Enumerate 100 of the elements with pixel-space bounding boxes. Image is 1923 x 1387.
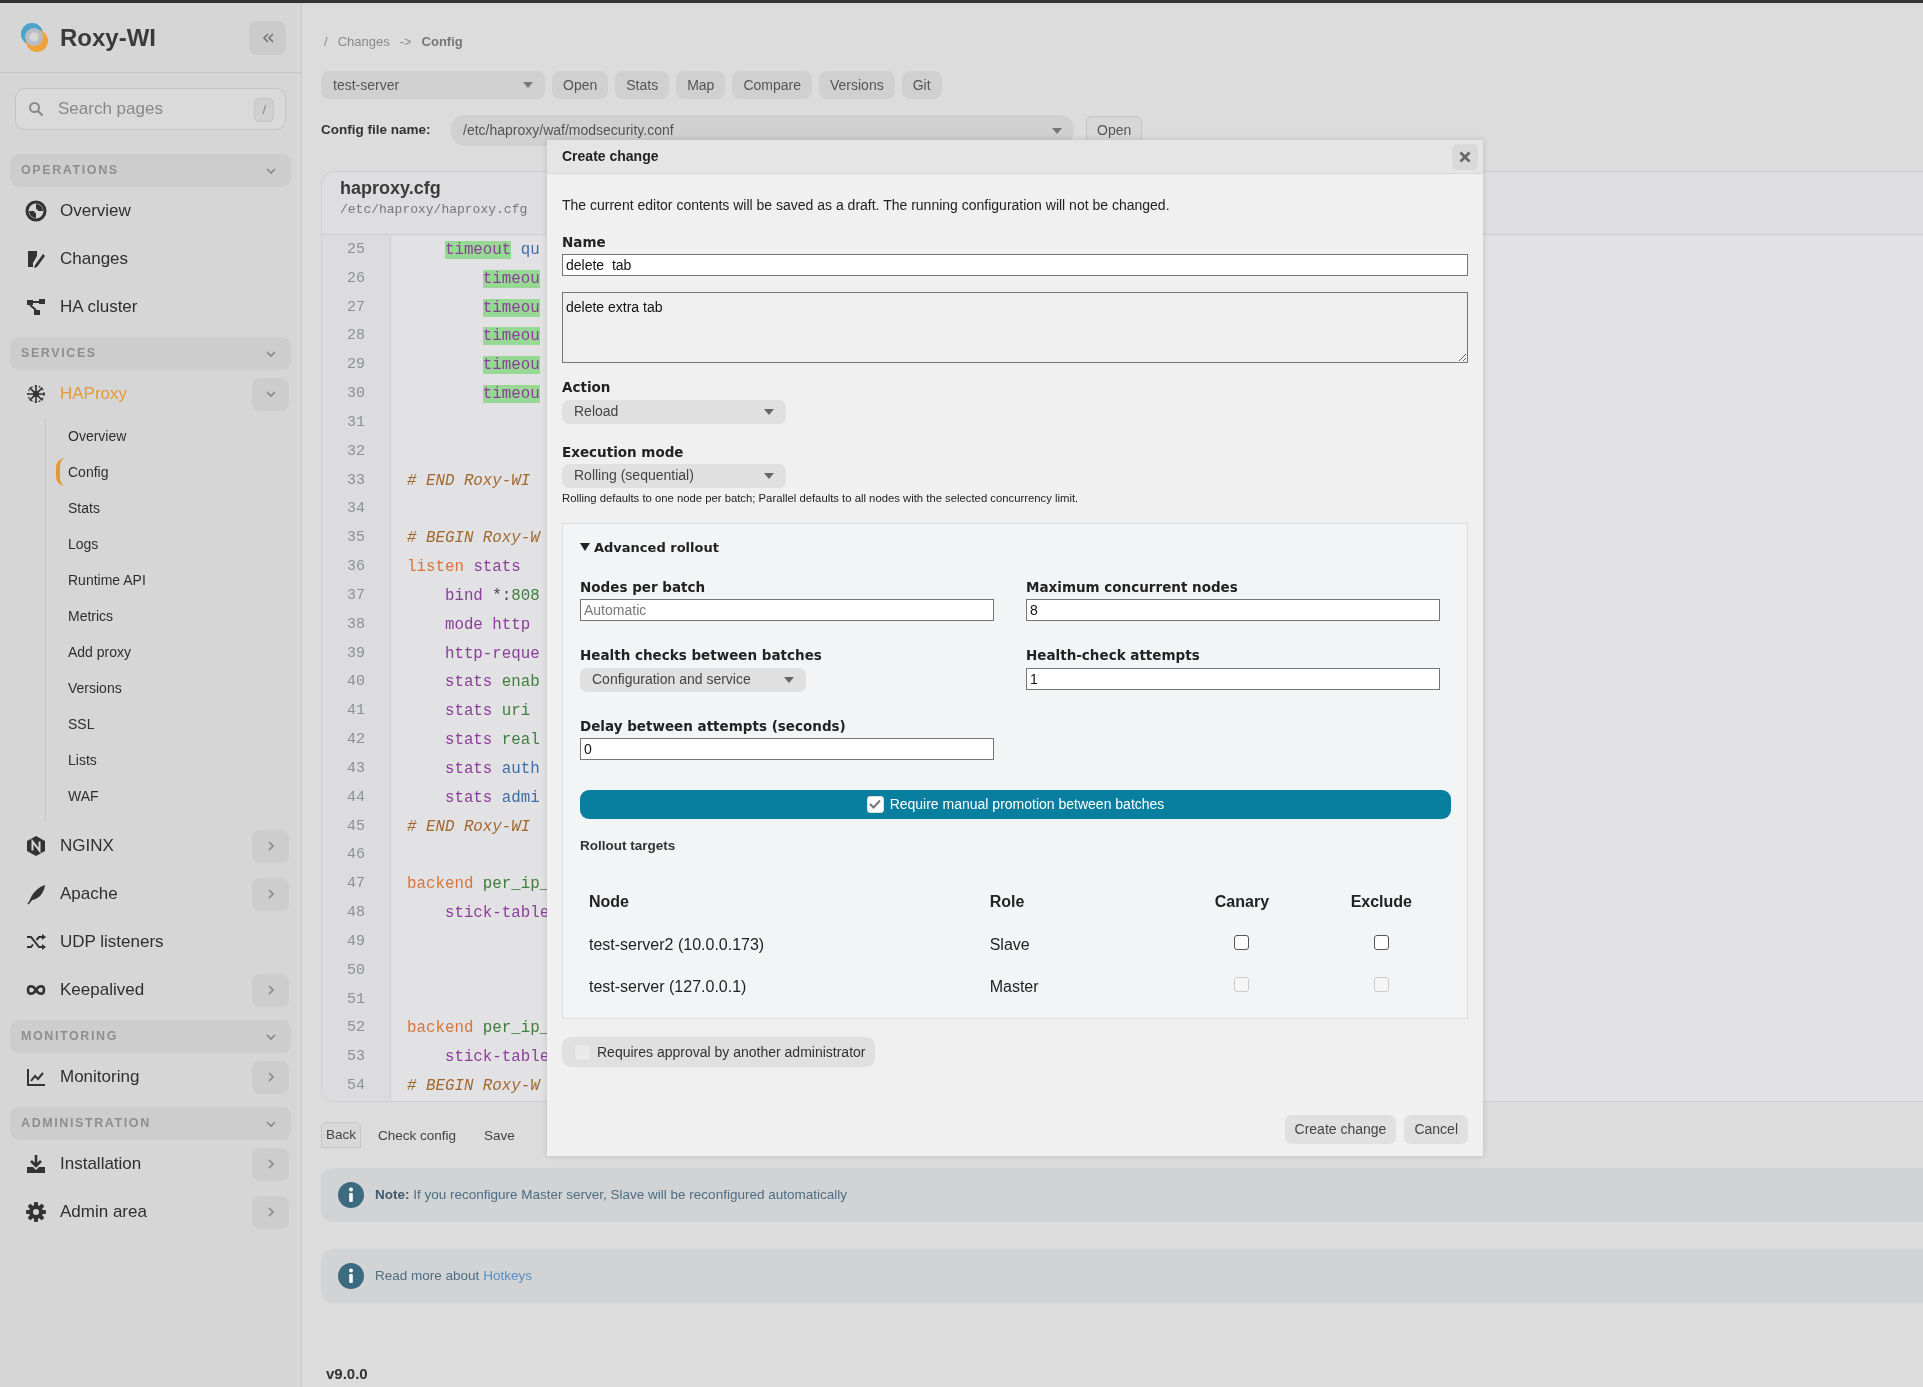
editor-button[interactable]: Back <box>321 1121 361 1148</box>
line-number: 47 <box>346 874 366 895</box>
alert-text: Read more about <box>375 1266 480 1285</box>
info-icon <box>338 1263 364 1289</box>
table-cell-text: Master <box>988 977 1040 998</box>
toolbar-button[interactable]: Git <box>901 71 942 99</box>
checkbox[interactable] <box>1234 935 1250 951</box>
dropdown-select[interactable]: Reload <box>562 399 786 424</box>
text-field[interactable]: 1 <box>1026 667 1440 690</box>
line-number: 36 <box>346 557 366 578</box>
checkbox[interactable] <box>1373 935 1389 951</box>
sidebar-subitem[interactable]: SSL <box>46 706 166 742</box>
code-line: timeout qu <box>443 240 540 261</box>
code-line: bind *:808 <box>443 585 540 607</box>
expand-button[interactable] <box>252 877 289 911</box>
toolbar-button[interactable]: Open <box>552 71 609 99</box>
approval-toggle[interactable]: Requires approval by another administrator <box>562 1037 876 1068</box>
sidebar-item[interactable]: Admin area <box>25 1199 147 1225</box>
expand-button[interactable] <box>252 973 289 1007</box>
info-icon <box>338 1182 364 1208</box>
line-number: 45 <box>346 816 366 837</box>
dropdown-select[interactable]: Rolling (sequential) <box>562 463 786 488</box>
line-number: 35 <box>346 528 366 549</box>
brand-name: Roxy-WI <box>60 22 156 53</box>
line-number: 31 <box>346 412 366 433</box>
sidebar-subitem[interactable]: Config <box>56 458 164 486</box>
sidebar-subitem[interactable]: Logs <box>46 526 166 562</box>
server-select[interactable]: test-server <box>321 71 545 99</box>
line-number: 43 <box>346 758 366 779</box>
line-chart-icon <box>25 1066 47 1088</box>
code-line: # BEGIN Roxy-W <box>407 1076 540 1097</box>
sidebar-item[interactable]: Apache <box>25 881 118 907</box>
toolbar-button[interactable]: Versions <box>819 71 895 99</box>
expand-button[interactable] <box>252 1147 289 1181</box>
feather-icon <box>25 883 47 905</box>
code-line: stick-table <box>443 1047 550 1069</box>
toolbar-button[interactable]: Map <box>676 71 726 99</box>
breadcrumb-separator: / <box>324 33 328 52</box>
disclosure-toggle[interactable]: Advanced rollout <box>580 537 1451 558</box>
manual-promotion-toggle[interactable]: Require manual promotion between batches <box>580 789 1451 819</box>
editor-button[interactable]: Save <box>473 1123 526 1148</box>
expand-button[interactable] <box>252 1195 289 1229</box>
description-field[interactable]: delete extra tab <box>562 292 1468 364</box>
sidebar-item[interactable]: Installation <box>25 1151 142 1177</box>
caret-down-icon <box>764 472 774 479</box>
file-path: /etc/haproxy/haproxy.cfg <box>340 200 528 219</box>
line-number: 29 <box>346 355 366 376</box>
sidebar-subitem[interactable]: Lists <box>46 742 166 778</box>
sidebar-subitem[interactable]: Versions <box>46 670 166 706</box>
sidebar-item[interactable]: Monitoring <box>25 1064 140 1090</box>
close-button[interactable] <box>1452 143 1478 170</box>
sidebar-subitem[interactable]: Runtime API <box>46 562 166 598</box>
check-icon <box>869 799 882 810</box>
caret-down-icon <box>784 676 794 683</box>
column-header: Exclude <box>1349 892 1413 913</box>
toolbar-button[interactable]: Stats <box>615 71 670 99</box>
sidebar-subitem[interactable]: Stats <box>46 490 166 526</box>
field-label: Config file name: <box>321 121 432 140</box>
code-line: # END Roxy-WI <box>407 470 531 492</box>
line-number: 34 <box>346 499 366 520</box>
text-field[interactable]: Automatic <box>580 599 994 622</box>
dialog-button[interactable]: Create change <box>1284 1115 1397 1145</box>
sidebar-item[interactable]: UDP listeners <box>25 929 164 955</box>
text-field[interactable]: 0 <box>580 737 994 760</box>
toolbar-button[interactable]: Compare <box>732 71 812 99</box>
sidebar-subitem[interactable]: Overview <box>46 418 166 454</box>
sidebar-item[interactable]: NGINX <box>25 833 114 859</box>
expand-button[interactable] <box>252 1060 289 1094</box>
collapse-sidebar-button[interactable] <box>249 20 286 55</box>
sidebar-subitem[interactable]: Add proxy <box>46 634 166 670</box>
version-label: v9.0.0 <box>326 1364 369 1384</box>
code-line: mode http <box>443 614 531 636</box>
section-title: SERVICES <box>21 345 97 363</box>
dropdown-select[interactable]: Configuration and service <box>580 667 806 692</box>
line-number: 33 <box>346 470 366 491</box>
editor-button[interactable]: Check config <box>367 1123 468 1148</box>
download-icon <box>25 1153 47 1175</box>
sidebar-item[interactable]: Keepalived <box>25 977 145 1003</box>
text-field[interactable]: 8 <box>1026 599 1440 622</box>
sidebar-item[interactable]: Changes <box>25 246 129 272</box>
expand-button[interactable] <box>252 377 289 411</box>
dialog-button[interactable]: Cancel <box>1404 1115 1468 1145</box>
section-title: OPERATIONS <box>21 162 119 180</box>
line-number: 25 <box>346 240 366 260</box>
sidebar-subitem[interactable]: Metrics <box>46 598 166 634</box>
code-line: # BEGIN Roxy-W <box>407 528 540 550</box>
sidebar-subitem[interactable]: WAF <box>46 778 166 814</box>
field-label: Action <box>562 378 612 398</box>
field-label: Nodes per batch <box>580 578 707 598</box>
line-number: 37 <box>346 585 366 606</box>
close-icon <box>1459 150 1471 163</box>
line-number: 39 <box>346 643 366 664</box>
breadcrumb-separator: -> <box>399 33 412 52</box>
name-field[interactable]: delete tab <box>562 254 1468 277</box>
hexagon-icon <box>25 835 47 857</box>
sidebar-item[interactable]: HA cluster <box>25 294 138 320</box>
code-line: backend per_ip_ <box>407 1018 550 1040</box>
sidebar-item[interactable]: Overview <box>25 198 131 224</box>
dialog-title: Create change <box>562 147 659 166</box>
expand-button[interactable] <box>252 829 289 863</box>
